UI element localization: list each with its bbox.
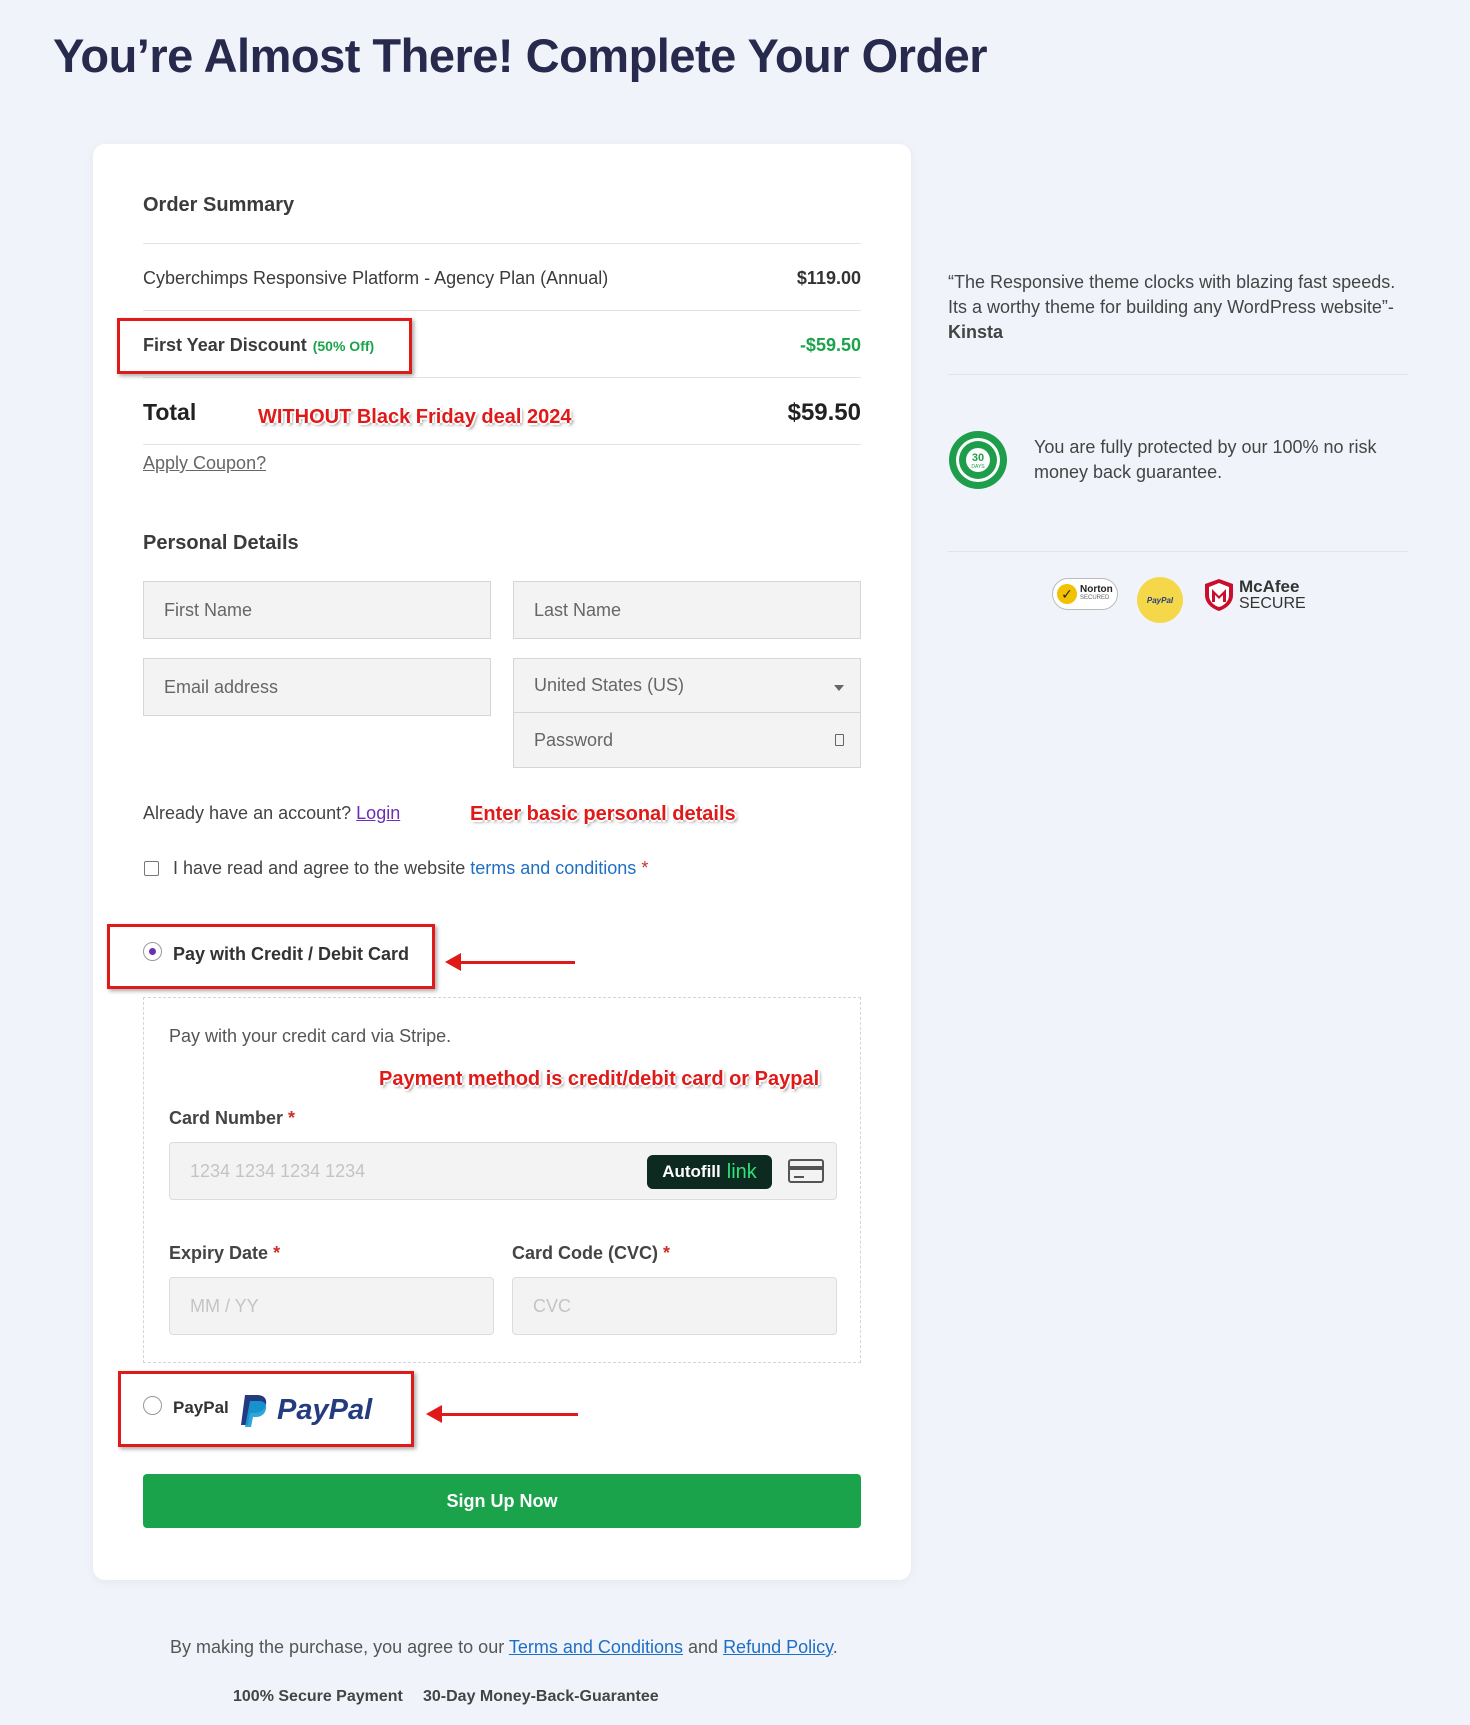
autofill-label: Autofill (662, 1162, 721, 1181)
annotation-payment-method: Payment method is credit/debit card or P… (379, 1068, 820, 1090)
terms-link[interactable]: terms and conditions (470, 858, 636, 878)
norton-seal: ✓ Norton SECURED (1052, 578, 1118, 610)
first-name-input[interactable]: First Name (143, 581, 491, 639)
footer-period: . (832, 1637, 838, 1657)
expiry-label: Expiry Date * (169, 1243, 280, 1264)
show-password-icon[interactable] (835, 734, 844, 746)
guarantee-text: You are fully protected by our 100% no r… (1034, 437, 1377, 482)
annotation-arrow-paypal (426, 1405, 578, 1423)
required-mark: * (641, 858, 649, 878)
required-mark: * (663, 1243, 671, 1263)
footer-and: and (688, 1637, 719, 1657)
divider (948, 551, 1408, 552)
terms-text: I have read and agree to the website ter… (173, 858, 648, 879)
required-mark: * (273, 1243, 281, 1263)
login-link[interactable]: Login (356, 803, 400, 823)
money-back-badge-icon: 30 DAYS (948, 430, 1008, 490)
cvc-label-text: Card Code (CVC) (512, 1243, 659, 1263)
annotation-box-card (107, 924, 435, 989)
last-name-input[interactable]: Last Name (513, 581, 861, 639)
terms-prefix: I have read and agree to the website (173, 858, 466, 878)
footer-prefix: By making the purchase, you agree to our (170, 1637, 505, 1657)
divider (948, 374, 1408, 375)
expiry-label-text: Expiry Date (169, 1243, 269, 1263)
testimonial-author: Kinsta (948, 322, 1004, 342)
card-number-placeholder: 1234 1234 1234 1234 (190, 1160, 366, 1181)
secure-payment-note: 100% Secure Payment (233, 1688, 403, 1705)
total-price: $59.50 (787, 399, 861, 426)
chevron-down-icon (834, 684, 844, 691)
account-prompt-text: Already have an account? (143, 803, 352, 823)
card-number-label: Card Number * (169, 1108, 295, 1129)
order-item-price: $119.00 (796, 268, 861, 288)
checkmark-icon: ✓ (1057, 584, 1077, 604)
norton-label: Norton (1080, 584, 1113, 595)
personal-details-heading: Personal Details (143, 532, 299, 554)
discount-price: -$59.50 (799, 335, 861, 355)
annotation-arrow-card (445, 953, 575, 971)
paypal-verified-seal: PayPal (1137, 577, 1183, 623)
mcafee-label: McAfee (1239, 577, 1300, 596)
autofill-link-button[interactable]: Autofill link (647, 1155, 772, 1189)
footer-terms-link[interactable]: Terms and Conditions (509, 1637, 683, 1657)
badge-days: DAYS (971, 464, 985, 470)
annotation-box-discount (117, 318, 412, 374)
sign-up-button[interactable]: Sign Up Now (143, 1474, 861, 1528)
divider (143, 377, 861, 378)
mcafee-shield-icon (1205, 579, 1233, 611)
stripe-payment-box: Pay with your credit card via Stripe. Ca… (143, 997, 861, 1363)
annotation-without-deal: WITHOUT Black Friday deal 2024 (258, 406, 572, 428)
card-number-input[interactable]: 1234 1234 1234 1234 Autofill link (169, 1142, 837, 1200)
terms-checkbox[interactable] (144, 861, 159, 876)
required-mark: * (288, 1108, 296, 1128)
norton-sub: SECURED (1080, 595, 1110, 601)
testimonial-quote: “The Responsive theme clocks with blazin… (948, 272, 1396, 317)
cvc-label: Card Code (CVC) * (512, 1243, 670, 1264)
footer-refund-link[interactable]: Refund Policy (723, 1637, 833, 1657)
card-number-label-text: Card Number (169, 1108, 284, 1128)
password-placeholder: Password (534, 729, 614, 750)
divider (143, 243, 861, 244)
order-summary-heading: Order Summary (143, 194, 295, 216)
country-value: United States (US) (534, 675, 685, 695)
cvc-input[interactable]: CVC (512, 1277, 837, 1335)
divider (143, 444, 861, 445)
account-prompt: Already have an account? Login (143, 803, 400, 824)
page-title: You’re Almost There! Complete Your Order (53, 29, 988, 82)
email-input[interactable]: Email address (143, 658, 491, 716)
money-back-note: 30-Day Money-Back-Guarantee (423, 1688, 659, 1705)
link-logo: link (726, 1160, 757, 1183)
annotation-box-paypal (118, 1371, 414, 1447)
mcafee-seal: McAfee SECURE (1203, 578, 1306, 612)
order-item-label: Cyberchimps Responsive Platform - Agency… (143, 268, 609, 288)
password-input[interactable]: Password (513, 712, 861, 768)
divider (143, 310, 861, 311)
annotation-personal-details: Enter basic personal details (470, 803, 736, 825)
testimonial: “The Responsive theme clocks with blazin… (948, 270, 1418, 345)
expiry-input[interactable]: MM / YY (169, 1277, 494, 1335)
stripe-description: Pay with your credit card via Stripe. (169, 1026, 452, 1046)
badge-number: 30 (972, 452, 984, 464)
footer-legal: By making the purchase, you agree to our… (170, 1637, 838, 1658)
mcafee-sub: SECURE (1239, 595, 1306, 612)
country-select[interactable]: United States (US) (513, 658, 861, 713)
paypal-seal-label: PayPal (1146, 595, 1174, 605)
credit-card-icon (788, 1159, 824, 1183)
total-label: Total (143, 399, 197, 425)
apply-coupon-link[interactable]: Apply Coupon? (143, 453, 266, 474)
